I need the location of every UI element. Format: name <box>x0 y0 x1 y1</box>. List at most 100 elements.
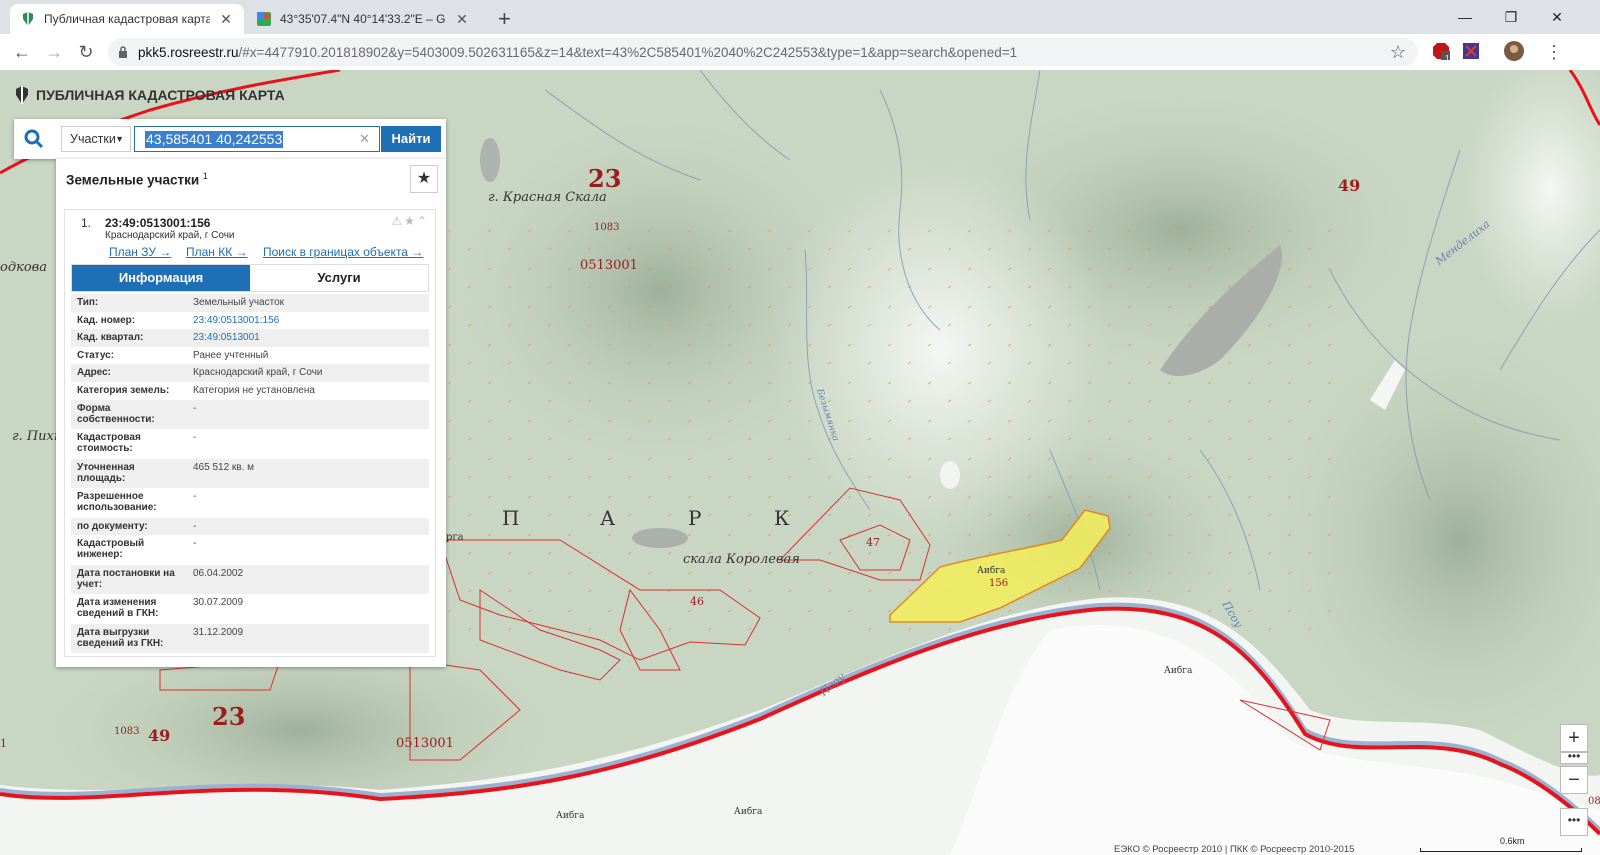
map-label-park-letter: А <box>600 506 616 530</box>
result-tools: ⚠★⌃ <box>391 214 429 228</box>
property-row: Кадастровый инженер: - <box>71 535 429 565</box>
tab-cadastral-map[interactable]: Публичная кадастровая карта ✕ <box>10 4 244 34</box>
property-key: по документу: <box>77 520 148 532</box>
menu-dots-icon[interactable]: ⋮ <box>1542 40 1566 64</box>
bookmark-star-icon[interactable]: ☆ <box>1390 42 1406 63</box>
rosreestr-favicon-icon <box>23 12 33 26</box>
property-value: - <box>193 520 197 532</box>
map-label-height: 1083 <box>594 222 620 233</box>
map-label-quarter: 0513001 <box>396 736 454 751</box>
object-type-select[interactable]: Участки ▼ <box>61 126 131 152</box>
plan-zu-link[interactable]: План ЗУ → <box>109 245 171 259</box>
map-label-village: Аибга <box>734 807 763 817</box>
clear-icon[interactable]: ✕ <box>359 131 370 147</box>
extension-badge: 1 <box>1445 54 1450 63</box>
plan-kk-link[interactable]: План КК → <box>186 245 248 259</box>
result-address: Краснодарский край, г Сочи <box>105 230 235 241</box>
cadastral-quarter-link[interactable]: 23:49:0513001 <box>187 329 429 347</box>
object-type-value: Участки <box>70 132 116 146</box>
search-in-bounds-link[interactable]: Поиск в границах объекта → <box>263 245 423 259</box>
url-text: pkk5.rosreestr.ru/#x=4477910.201818902&y… <box>138 45 1017 60</box>
map-label-fragment: 08 <box>1588 796 1600 807</box>
tab-strip: Публичная кадастровая карта ✕ 43°35'07.4… <box>0 0 1600 34</box>
browser-toolbar: ← → ↻ pkk5.rosreestr.ru/#x=4477910.20181… <box>0 34 1600 71</box>
property-key: Дата выгрузки сведений из ГКН: <box>77 626 164 649</box>
property-row: Кад. квартал: 23:49:0513001 <box>71 329 429 347</box>
restore-icon[interactable]: ❐ <box>1488 4 1534 30</box>
close-tab-icon[interactable]: ✕ <box>218 11 234 28</box>
results-count: 1 <box>202 171 208 181</box>
result-index: 1. <box>81 216 92 230</box>
property-key: Категория земель: <box>77 384 170 396</box>
map-label-height: 1083 <box>114 726 140 737</box>
property-key: Статус: <box>77 349 115 361</box>
property-value: - <box>193 402 197 414</box>
avatar[interactable] <box>1504 41 1524 61</box>
map-label-park-letter: К <box>774 506 790 530</box>
find-button[interactable]: Найти <box>381 126 441 152</box>
collapse-icon[interactable]: ⌃ <box>417 214 429 228</box>
tab-title: Публичная кадастровая карта <box>44 12 210 26</box>
property-value: 30.07.2009 <box>193 597 244 609</box>
reload-icon[interactable]: ↻ <box>74 40 98 64</box>
property-row: Дата постановки на учет: 06.04.2002 <box>71 564 429 595</box>
property-key: Уточненная площадь: <box>77 461 135 484</box>
property-row: Форма собственности: - <box>71 399 429 430</box>
property-key: Дата постановки на учет: <box>77 567 175 590</box>
tab-title: 43°35'07.4"N 40°14'33.2"E – Goo <box>280 12 446 26</box>
result-tabs: Информация Услуги <box>71 264 429 292</box>
map-label-rock: скала Королевая <box>683 552 800 567</box>
close-window-icon[interactable]: ✕ <box>1534 4 1580 30</box>
app-title: ПУБЛИЧНАЯ КАДАСТРОВАЯ КАРТА <box>14 86 285 104</box>
scale-label: 0.6km <box>1500 836 1525 846</box>
rosreestr-logo-icon <box>16 86 28 104</box>
zoom-out-button[interactable]: − <box>1560 766 1588 794</box>
tab-google-maps[interactable]: 43°35'07.4"N 40°14'33.2"E – Goo ✕ <box>246 4 480 34</box>
map-label-park-letter: Р <box>688 506 702 530</box>
new-tab-icon[interactable]: + <box>498 6 511 32</box>
map-label-lot: 47 <box>866 536 880 549</box>
property-value: Категория не установлена <box>193 384 315 396</box>
result-cadastral-number: 23:49:0513001:156 <box>105 216 211 230</box>
map-label-place: одкова <box>0 260 47 275</box>
map-label-park-letter: П <box>502 506 520 530</box>
property-row: Категория земель: Категория не установлен… <box>71 382 429 400</box>
address-bar[interactable]: pkk5.rosreestr.ru/#x=4477910.201818902&y… <box>108 38 1418 66</box>
property-row: Статус: Ранее учтенный <box>71 347 429 365</box>
zoom-more-icon[interactable]: ••• <box>1560 750 1588 764</box>
property-key: Кад. номер: <box>77 314 136 326</box>
map-label-selected-lot: 156 <box>989 578 1009 589</box>
tab-services[interactable]: Услуги <box>250 265 428 291</box>
property-value: Земельный участок <box>193 297 285 308</box>
zoom-in-button[interactable]: + <box>1560 724 1588 752</box>
property-value: 465 512 кв. м <box>193 461 255 473</box>
map-label-village: Аибга <box>1164 666 1193 676</box>
map-label-lot: 46 <box>690 595 704 608</box>
property-value: - <box>193 432 197 444</box>
tab-information[interactable]: Информация <box>72 265 250 291</box>
chevron-down-icon: ▼ <box>115 134 124 144</box>
property-row: Дата изменения сведений в ГКН: 30.07.2009 <box>71 594 429 624</box>
map-label-fragment: 1 <box>0 737 7 750</box>
extension-icon[interactable] <box>1462 42 1480 60</box>
property-value: 06.04.2002 <box>193 567 244 579</box>
url-path: /#x=4477910.201818902&y=5403009.50263116… <box>238 44 1018 60</box>
close-tab-icon[interactable]: ✕ <box>454 11 470 28</box>
search-icon[interactable] <box>24 129 44 149</box>
cadastral-number-link[interactable]: 23:49:0513001:156 <box>187 312 429 330</box>
forward-icon[interactable]: → <box>42 40 66 64</box>
favorite-button[interactable]: ★ <box>410 165 438 193</box>
property-row: Кад. номер: 23:49:0513001:156 <box>71 312 429 330</box>
star-icon[interactable]: ★ <box>404 214 417 228</box>
warning-icon[interactable]: ⚠ <box>391 214 404 228</box>
back-icon[interactable]: ← <box>10 40 34 64</box>
map-label-region: 23 <box>588 164 622 193</box>
map-attribution: ЕЭКО © Росреестр 2010 | ПКК © Росреестр … <box>1114 844 1355 855</box>
search-input[interactable]: 43,585401 40,242553 <box>134 126 380 152</box>
result-card[interactable]: 1. 23:49:0513001:156 Краснодарский край,… <box>64 209 436 657</box>
map-label-mountain: г. Красная Скала <box>488 190 607 205</box>
map-more-button[interactable]: ••• <box>1560 808 1588 836</box>
minimize-icon[interactable]: — <box>1442 4 1488 30</box>
results-heading: Земельные участки 1 <box>66 171 208 188</box>
property-key: Дата изменения сведений в ГКН: <box>77 597 159 620</box>
